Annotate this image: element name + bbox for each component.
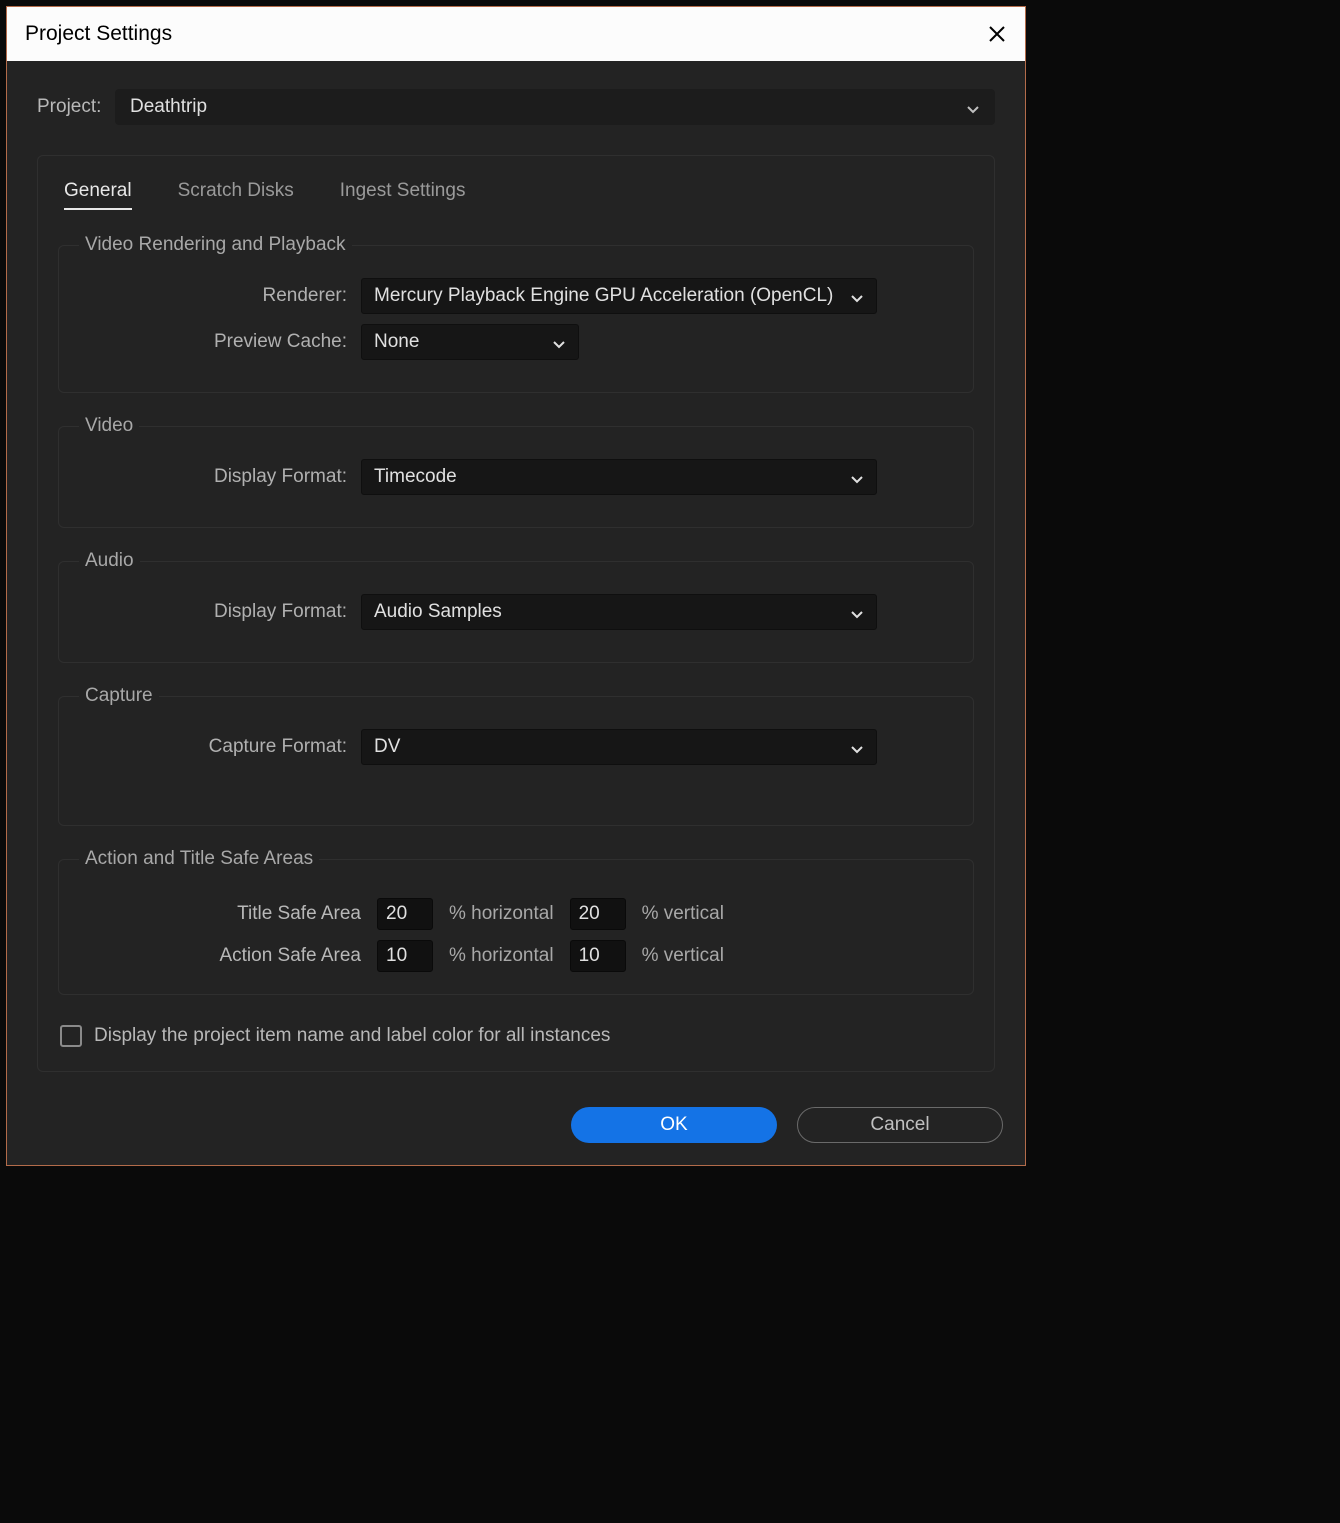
renderer-value: Mercury Playback Engine GPU Acceleration…: [374, 285, 833, 307]
chevron-down-icon: [850, 605, 864, 619]
group-video: Video Display Format: Timecode: [58, 415, 974, 528]
titlebar: Project Settings: [7, 7, 1025, 61]
group-audio: Audio Display Format: Audio Samples: [58, 550, 974, 663]
project-value: Deathtrip: [130, 96, 207, 118]
title-safe-area-label: Title Safe Area: [79, 903, 361, 925]
capture-format-label: Capture Format:: [79, 736, 361, 758]
capture-format-value: DV: [374, 736, 400, 758]
close-button[interactable]: [985, 22, 1009, 46]
audio-display-format-select[interactable]: Audio Samples: [361, 594, 877, 630]
display-name-checkbox[interactable]: [60, 1025, 82, 1047]
preview-cache-label: Preview Cache:: [79, 331, 361, 353]
chevron-down-icon: [850, 289, 864, 303]
tabs: General Scratch Disks Ingest Settings: [58, 180, 974, 210]
pct-vertical-label: % vertical: [642, 903, 724, 925]
group-rendering: Video Rendering and Playback Renderer: M…: [58, 234, 974, 393]
project-select[interactable]: Deathtrip: [115, 89, 995, 125]
group-video-legend: Video: [79, 415, 139, 437]
chevron-down-icon: [552, 335, 566, 349]
chevron-down-icon: [850, 470, 864, 484]
title-safe-vertical-input[interactable]: [570, 898, 626, 930]
group-safe-areas-legend: Action and Title Safe Areas: [79, 848, 319, 870]
pct-vertical-label: % vertical: [642, 945, 724, 967]
cancel-button[interactable]: Cancel: [797, 1107, 1003, 1143]
action-safe-horizontal-input[interactable]: [377, 940, 433, 972]
pct-horizontal-label: % horizontal: [449, 945, 554, 967]
group-safe-areas: Action and Title Safe Areas Title Safe A…: [58, 848, 974, 995]
dialog-title: Project Settings: [25, 22, 172, 46]
video-display-format-label: Display Format:: [79, 466, 361, 488]
action-safe-area-label: Action Safe Area: [79, 945, 361, 967]
group-rendering-legend: Video Rendering and Playback: [79, 234, 352, 256]
display-name-checkbox-row: Display the project item name and label …: [60, 1025, 974, 1047]
display-name-checkbox-label: Display the project item name and label …: [94, 1025, 610, 1047]
action-safe-vertical-input[interactable]: [570, 940, 626, 972]
chevron-down-icon: [966, 100, 980, 114]
tab-general[interactable]: General: [64, 180, 132, 210]
chevron-down-icon: [850, 740, 864, 754]
preview-cache-select[interactable]: None: [361, 324, 579, 360]
capture-format-select[interactable]: DV: [361, 729, 877, 765]
group-audio-legend: Audio: [79, 550, 140, 572]
title-safe-horizontal-input[interactable]: [377, 898, 433, 930]
project-settings-dialog: Project Settings Project: Deathtrip Gene…: [6, 6, 1026, 1166]
renderer-select[interactable]: Mercury Playback Engine GPU Acceleration…: [361, 278, 877, 314]
tab-scratch-disks[interactable]: Scratch Disks: [178, 180, 294, 210]
audio-display-format-label: Display Format:: [79, 601, 361, 623]
dialog-footer: OK Cancel: [7, 1089, 1025, 1165]
ok-button[interactable]: OK: [571, 1107, 777, 1143]
project-row: Project: Deathtrip: [37, 89, 995, 125]
video-display-format-select[interactable]: Timecode: [361, 459, 877, 495]
video-display-format-value: Timecode: [374, 466, 457, 488]
renderer-label: Renderer:: [79, 285, 361, 307]
tab-ingest-settings[interactable]: Ingest Settings: [340, 180, 466, 210]
audio-display-format-value: Audio Samples: [374, 601, 502, 623]
pct-horizontal-label: % horizontal: [449, 903, 554, 925]
project-label: Project:: [37, 96, 115, 118]
group-capture-legend: Capture: [79, 685, 159, 707]
settings-panel: General Scratch Disks Ingest Settings Vi…: [37, 155, 995, 1072]
preview-cache-value: None: [374, 331, 419, 353]
dialog-body: Project: Deathtrip General Scratch Disks…: [7, 61, 1025, 1089]
group-capture: Capture Capture Format: DV: [58, 685, 974, 826]
close-icon: [988, 25, 1006, 43]
